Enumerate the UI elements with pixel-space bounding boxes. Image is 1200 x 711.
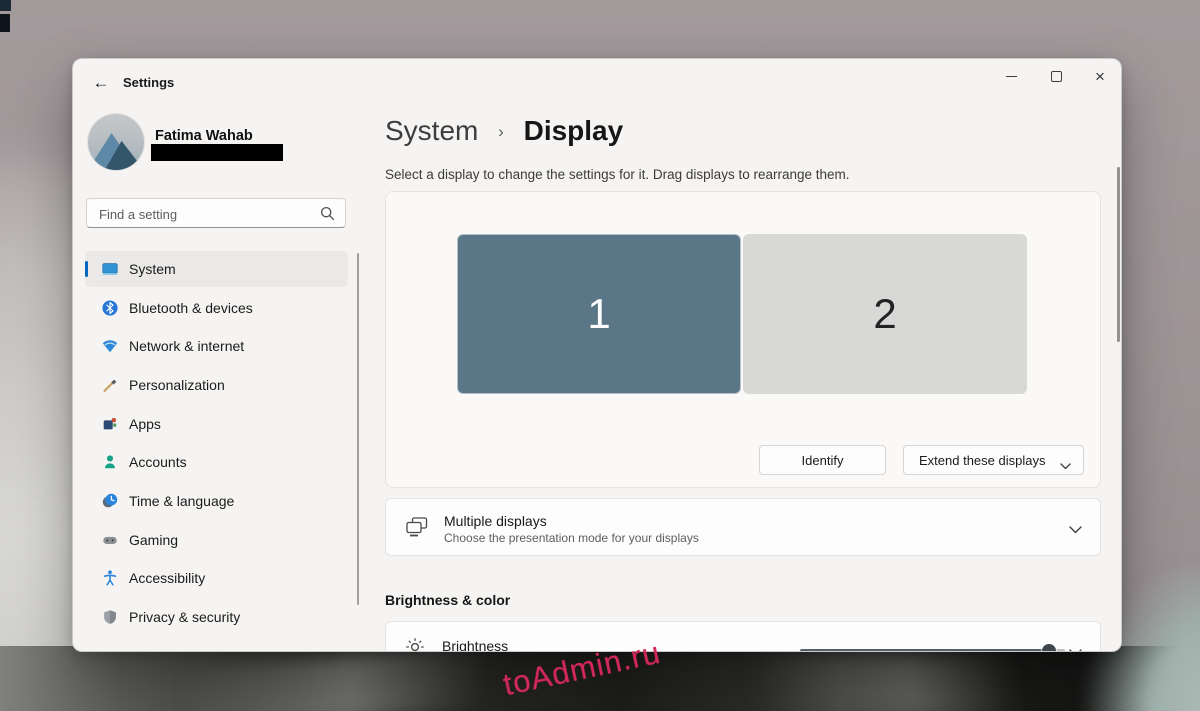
chevron-down-icon[interactable] <box>1069 644 1082 652</box>
sidebar-item-label: Time & language <box>129 493 234 509</box>
redacted-email <box>151 144 283 161</box>
close-button[interactable]: × <box>1079 63 1121 89</box>
search-box <box>86 198 346 228</box>
brightness-slider[interactable] <box>800 644 1065 652</box>
sidebar-item-label: Personalization <box>129 377 225 393</box>
gaming-icon <box>101 531 119 549</box>
sidebar-item-time-language[interactable]: Time & language <box>85 483 348 519</box>
personalization-icon <box>101 376 119 394</box>
sidebar-item-personalization[interactable]: Personalization <box>85 367 348 403</box>
system-icon <box>101 260 119 278</box>
desktop-icon <box>0 0 11 11</box>
back-button[interactable]: ← <box>87 69 115 97</box>
maximize-icon <box>1051 71 1062 82</box>
sidebar-item-accounts[interactable]: Accounts <box>85 444 348 480</box>
time-language-icon <box>101 492 119 510</box>
monitor-1[interactable]: 1 <box>457 234 741 394</box>
page-description: Select a display to change the settings … <box>385 167 850 182</box>
chevron-down-icon[interactable] <box>1069 521 1082 539</box>
maximize-button[interactable] <box>1035 63 1077 89</box>
sidebar-item-label: System <box>129 261 176 277</box>
brightness-sun-icon <box>405 637 425 652</box>
brightness-slider-fill <box>800 649 1049 652</box>
multiple-displays-title: Multiple displays <box>444 513 547 529</box>
sidebar-item-accessibility[interactable]: Accessibility <box>85 560 348 596</box>
multiple-displays-icon <box>404 515 430 544</box>
minimize-button[interactable] <box>990 63 1032 89</box>
search-icon <box>319 205 336 227</box>
monitor-2[interactable]: 2 <box>743 234 1027 394</box>
user-name: Fatima Wahab <box>155 128 253 144</box>
brightness-slider-thumb[interactable] <box>1042 644 1056 652</box>
wallpaper-ribbon <box>760 652 1060 711</box>
multiple-displays-subtitle: Choose the presentation mode for your di… <box>444 531 699 545</box>
sidebar-item-label: Accessibility <box>129 570 205 586</box>
sidebar-item-gaming[interactable]: Gaming <box>85 522 348 558</box>
chevron-down-icon <box>1060 458 1071 473</box>
monitor-2-number: 2 <box>873 290 896 338</box>
identify-button[interactable]: Identify <box>759 445 886 475</box>
apps-icon <box>101 415 119 433</box>
display-mode-dropdown[interactable]: Extend these displays <box>903 445 1084 475</box>
multiple-displays-row[interactable]: Multiple displays Choose the presentatio… <box>385 498 1101 556</box>
avatar <box>88 114 144 170</box>
sidebar-item-label: Apps <box>129 416 161 432</box>
sidebar-item-apps[interactable]: Apps <box>85 406 348 442</box>
selected-accent-bar <box>85 261 88 277</box>
monitor-1-number: 1 <box>587 290 610 338</box>
display-arrangement-card: 1 2 Identify Extend these displays <box>385 191 1101 488</box>
brightness-label: Brightness <box>442 638 508 652</box>
search-input[interactable] <box>97 200 311 228</box>
display-mode-value: Extend these displays <box>919 453 1045 468</box>
page-title: Display <box>524 115 624 146</box>
sidebar-item-label: Network & internet <box>129 338 244 354</box>
sidebar-item-label: Accounts <box>129 454 187 470</box>
settings-window: ← Settings × Fatima Wahab System <box>72 58 1122 652</box>
sidebar-item-system[interactable]: System <box>85 251 348 287</box>
sidebar-item-privacy-security[interactable]: Privacy & security <box>85 599 348 635</box>
minimize-icon <box>1006 76 1017 77</box>
network-icon <box>101 337 119 355</box>
main-scrollbar[interactable] <box>1117 167 1120 342</box>
breadcrumb: System › Display <box>385 115 623 147</box>
desktop-icon <box>0 14 10 32</box>
breadcrumb-system[interactable]: System <box>385 115 478 146</box>
identify-button-label: Identify <box>802 453 844 468</box>
sidebar-item-bluetooth-devices[interactable]: Bluetooth & devices <box>85 290 348 326</box>
brightness-row: Brightness <box>385 621 1101 652</box>
sidebar-item-label: Gaming <box>129 532 178 548</box>
sidebar-item-label: Bluetooth & devices <box>129 300 253 316</box>
bluetooth-icon <box>101 299 119 317</box>
sidebar-item-label: Privacy & security <box>129 609 240 625</box>
sidebar-scrollbar[interactable] <box>357 253 359 605</box>
desktop: ← Settings × Fatima Wahab System <box>0 0 1200 711</box>
close-icon: × <box>1095 68 1105 85</box>
section-brightness-color: Brightness & color <box>385 592 510 608</box>
accessibility-icon <box>101 569 119 587</box>
accounts-icon <box>101 453 119 471</box>
breadcrumb-separator: › <box>498 122 504 141</box>
privacy-security-icon <box>101 608 119 626</box>
sidebar-item-network-internet[interactable]: Network & internet <box>85 328 348 364</box>
window-title: Settings <box>123 75 174 90</box>
